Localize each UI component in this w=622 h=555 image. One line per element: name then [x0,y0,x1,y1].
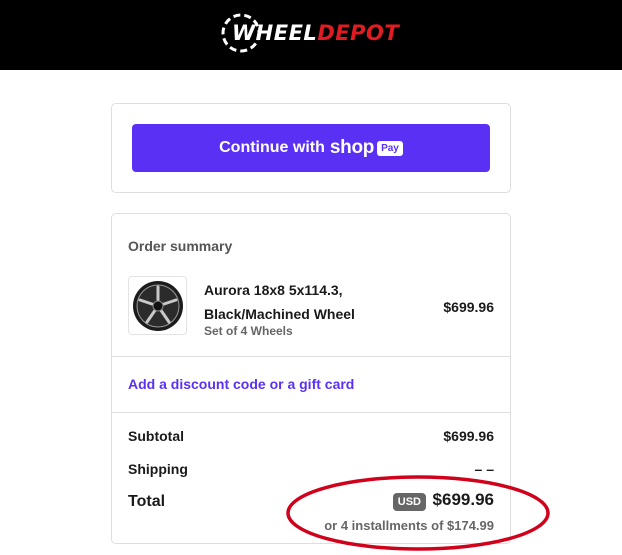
total-label: Total [128,493,166,510]
shop-pay-button-label: Continue with [219,139,325,156]
discount-code-link[interactable]: Add a discount code or a gift card [128,376,354,392]
shipping-label: Shipping [128,461,188,477]
order-summary-card: Order summary Aurora 18x8 5x114.3, Black… [111,213,511,544]
currency-badge: USD [392,493,426,511]
product-thumbnail [128,276,187,335]
subtotal-value: $699.96 [443,428,494,444]
pay-badge: Pay [377,140,403,156]
continue-with-shop-pay-button[interactable]: Continue with shop Pay [132,124,490,172]
express-checkout-card: Continue with shop Pay [111,103,511,193]
divider [112,412,510,413]
installments-text: or 4 installments of $174.99 [324,518,494,533]
order-summary-title: Order summary [128,238,233,254]
product-price: $699.96 [443,299,494,315]
divider [112,356,510,357]
product-variant: Set of 4 Wheels [204,324,293,338]
shipping-value: – – [474,461,494,477]
subtotal-label: Subtotal [128,428,184,444]
site-header: WHEELDEPOT [0,0,622,70]
product-name: Aurora 18x8 5x114.3, Black/Machined Whee… [204,282,355,322]
shop-wordmark: shop [329,137,375,158]
total-value: $699.96 [432,490,494,509]
logo-text: WHEELDEPOT [232,21,400,45]
wheel-image-icon [132,280,183,331]
wheel-depot-logo[interactable]: WHEELDEPOT [220,10,400,56]
